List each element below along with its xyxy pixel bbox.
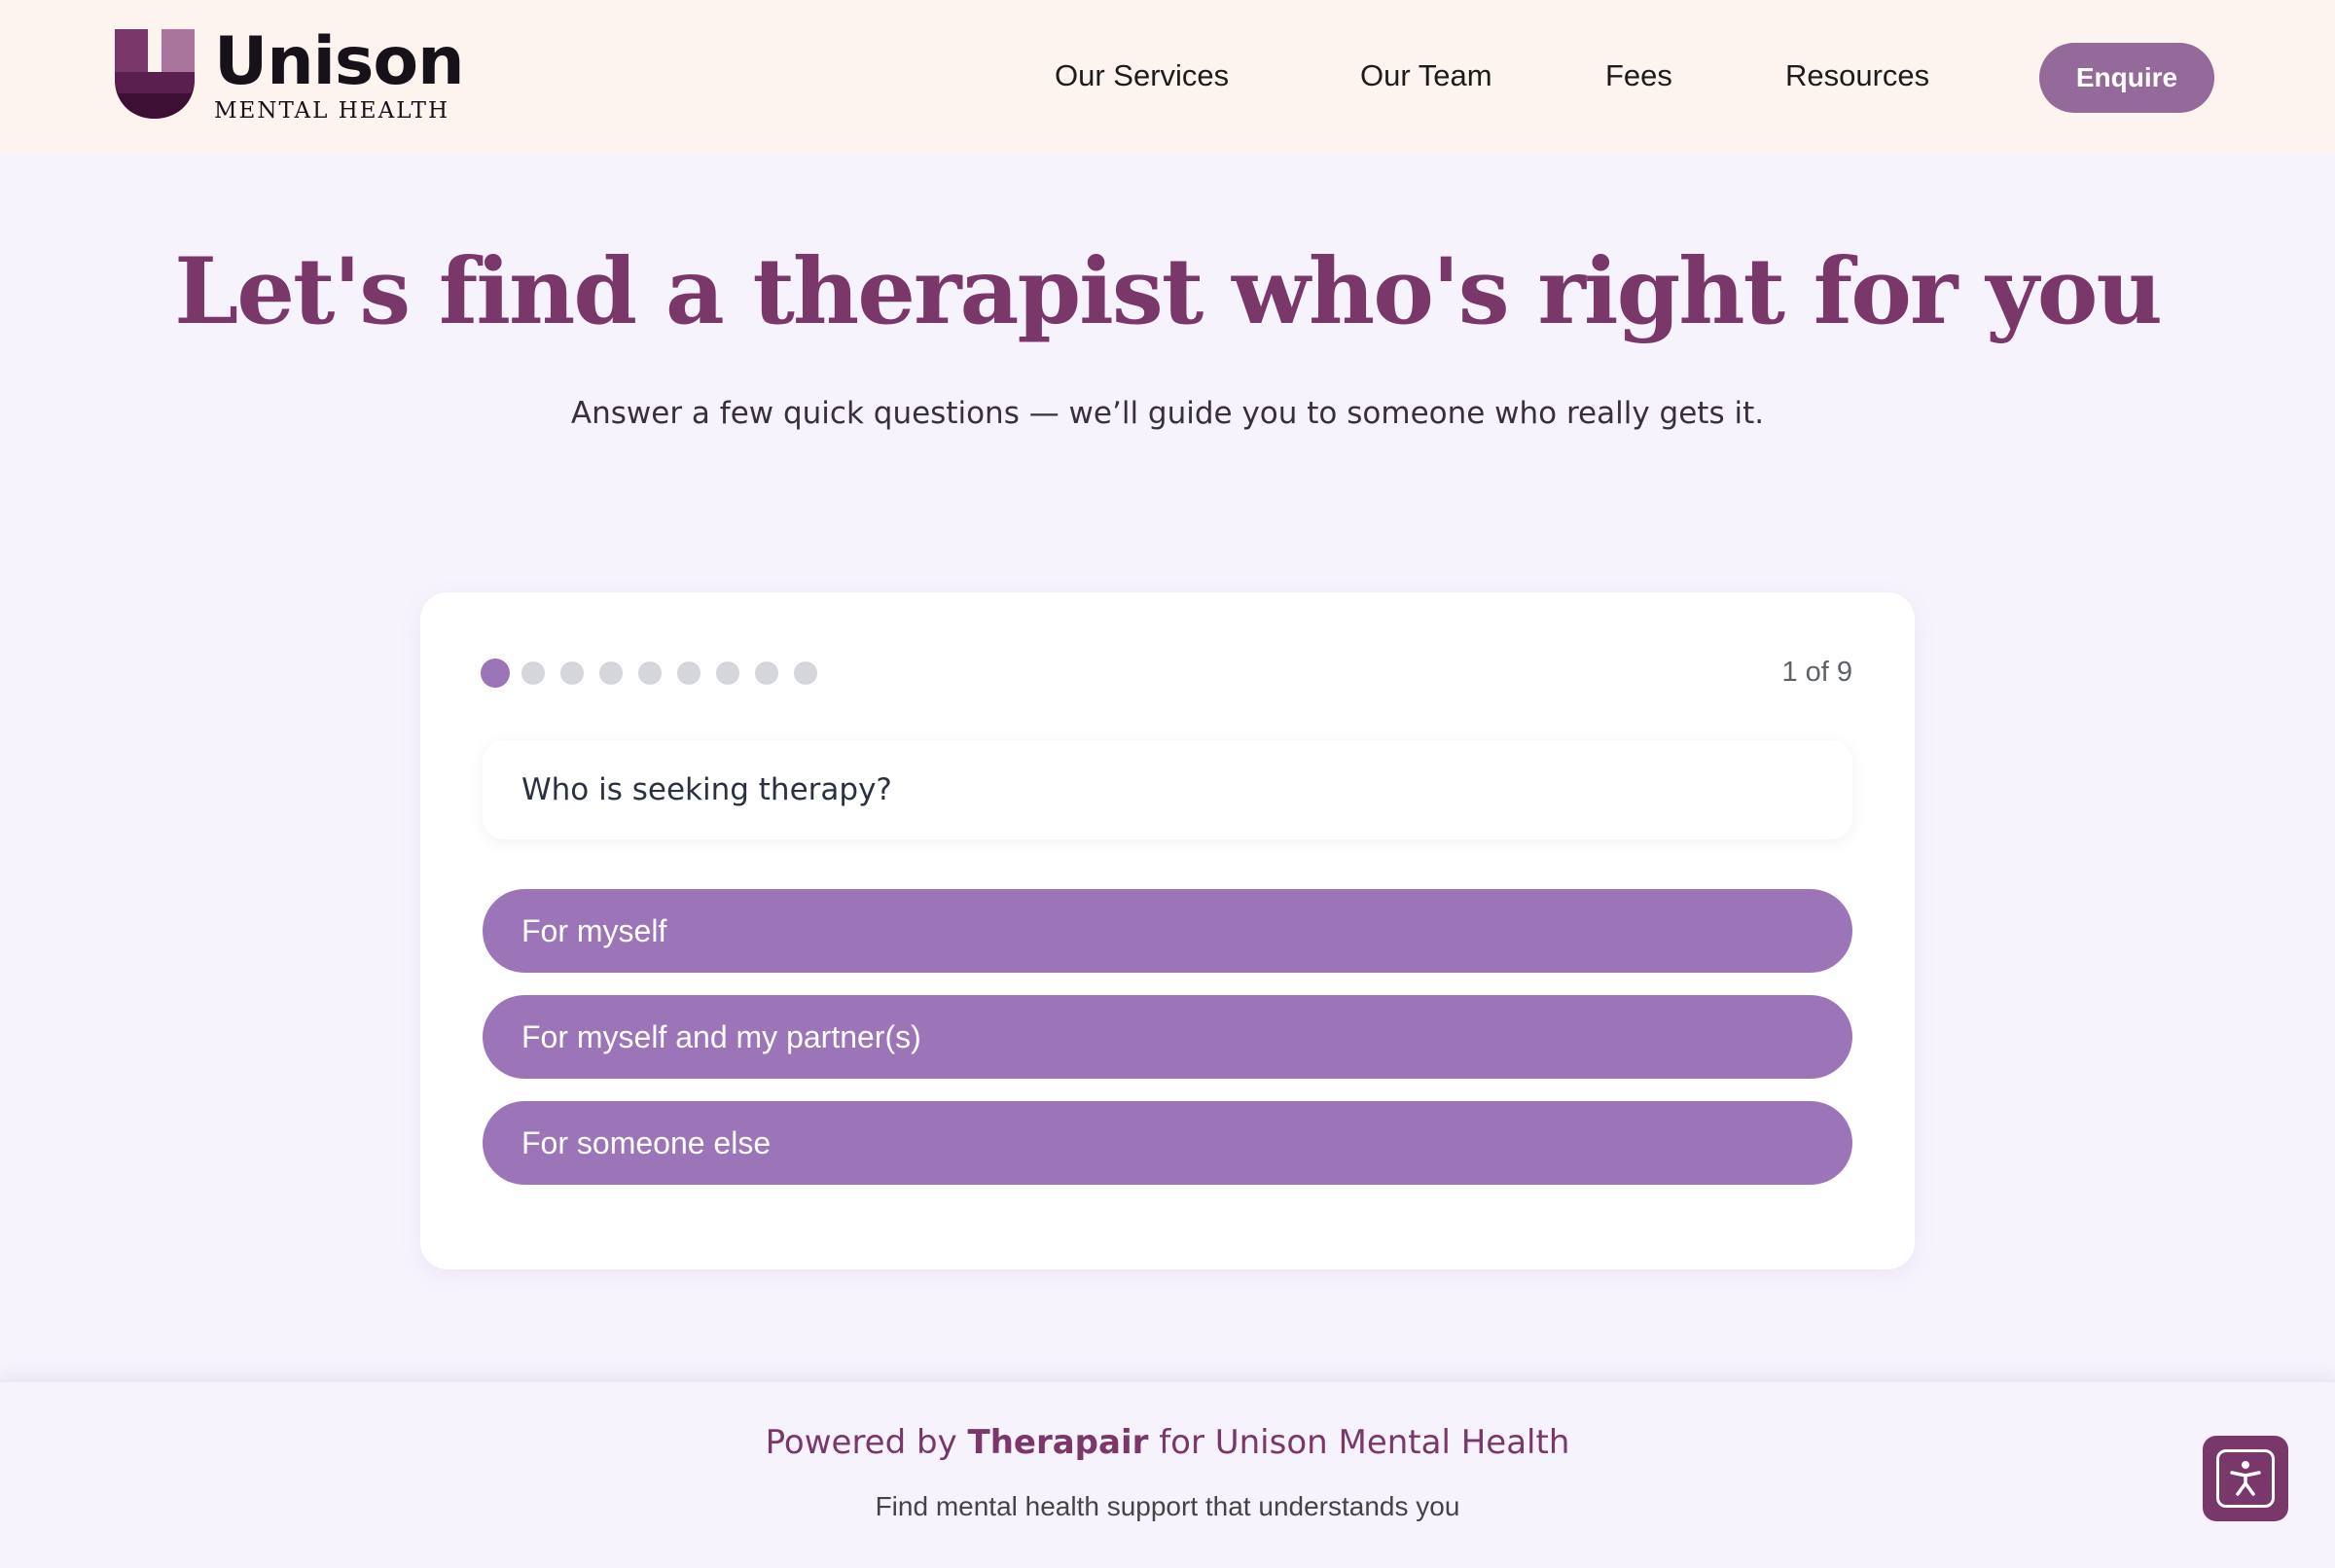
page-title: Let's find a therapist who's right for y… (174, 238, 2163, 345)
footer-tagline: Find mental health support that understa… (875, 1491, 1460, 1521)
progress-dot (560, 661, 584, 685)
progress-dot (599, 661, 623, 685)
powered-by-text: Powered by Therapair for Unison Mental H… (0, 1423, 2335, 1462)
logo-mark-icon (115, 29, 195, 119)
enquire-button[interactable]: Enquire (2039, 43, 2214, 113)
logo[interactable]: Unison MENTAL HEALTH (115, 23, 465, 124)
step-progress (481, 659, 833, 688)
progress-dot (755, 661, 778, 685)
site-header: Unison MENTAL HEALTH Our Services Our Te… (0, 0, 2335, 154)
logo-subtitle: MENTAL HEALTH (214, 98, 449, 124)
accessibility-icon (2216, 1449, 2275, 1508)
progress-dot (677, 661, 700, 685)
nav-fees[interactable]: Fees (1605, 58, 1672, 93)
option-someone-else[interactable]: For someone else (483, 1101, 1852, 1185)
progress-dot (794, 661, 817, 685)
nav-resources[interactable]: Resources (1785, 58, 1929, 93)
powered-brand-link[interactable]: Therapair (968, 1423, 1149, 1462)
accessibility-button[interactable] (2203, 1436, 2288, 1521)
option-myself-and-partner[interactable]: For myself and my partner(s) (483, 995, 1852, 1079)
progress-dot (521, 661, 545, 685)
step-counter: 1 of 9 (1781, 657, 1852, 688)
powered-suffix: for Unison Mental Health (1159, 1423, 1570, 1462)
quiz-card: 1 of 9 Who is seeking therapy? For mysel… (420, 592, 1915, 1269)
page-subtitle: Answer a few quick questions — we’ll gui… (570, 396, 1765, 431)
option-for-myself[interactable]: For myself (483, 889, 1852, 973)
question-box: Who is seeking therapy? (483, 740, 1852, 839)
progress-dot-active (481, 659, 510, 688)
powered-prefix: Powered by (765, 1423, 957, 1462)
progress-dot (716, 661, 739, 685)
question-text: Who is seeking therapy? (521, 772, 892, 807)
nav-our-services[interactable]: Our Services (1055, 58, 1229, 93)
progress-dot (638, 661, 662, 685)
nav-our-team[interactable]: Our Team (1360, 58, 1492, 93)
site-footer: Powered by Therapair for Unison Mental H… (0, 1380, 2335, 1568)
logo-name: Unison (214, 23, 465, 100)
